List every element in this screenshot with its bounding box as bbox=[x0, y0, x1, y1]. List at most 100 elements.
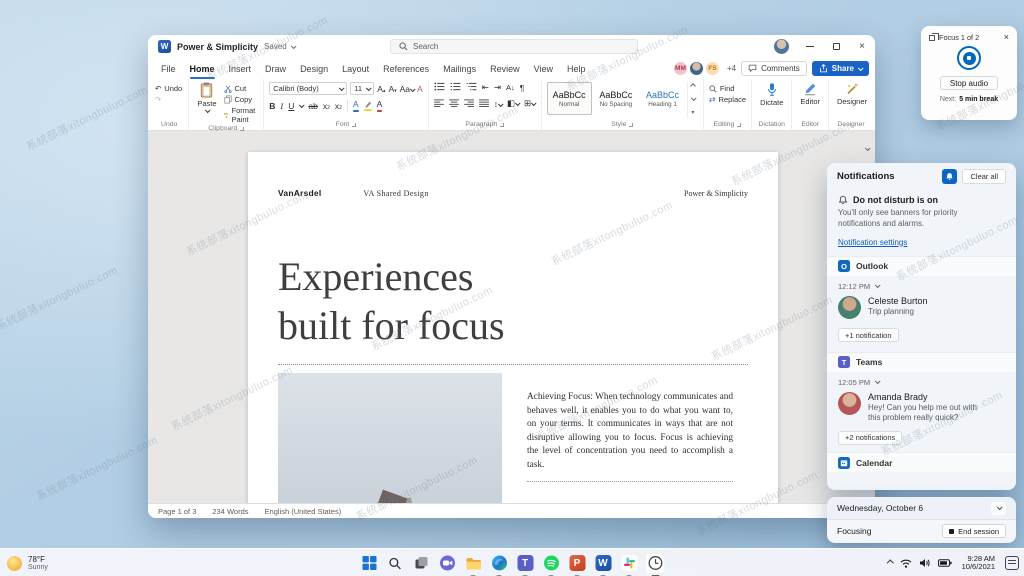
document-canvas[interactable]: VanArsdel VA Shared Design Power & Simpl… bbox=[148, 131, 875, 503]
notification-item[interactable]: Amanda Brady Hey! Can you help me out wi… bbox=[827, 389, 1016, 424]
font-color-button[interactable]: A bbox=[376, 99, 382, 112]
file-explorer-button[interactable] bbox=[463, 553, 484, 576]
clear-formatting-button[interactable]: A bbox=[417, 84, 423, 94]
tab-home[interactable]: Home bbox=[183, 58, 222, 79]
tab-insert[interactable]: Insert bbox=[222, 58, 259, 79]
document-page[interactable]: VanArsdel VA Shared Design Power & Simpl… bbox=[248, 152, 778, 503]
notification-group-time[interactable]: 12:05 PM bbox=[827, 373, 1016, 389]
cut-button[interactable]: Cut bbox=[223, 84, 259, 93]
teams-button[interactable]: T bbox=[515, 553, 536, 576]
sort-button[interactable]: A↓ bbox=[506, 83, 515, 92]
scroll-up-icon[interactable] bbox=[690, 83, 696, 89]
spotify-button[interactable] bbox=[541, 553, 562, 576]
borders-button[interactable]: ⊞ bbox=[524, 98, 537, 109]
clock-app-button[interactable] bbox=[644, 552, 666, 576]
italic-button[interactable]: I bbox=[280, 101, 283, 111]
word-count[interactable]: 234 Words bbox=[212, 507, 248, 516]
focus-stop-ring-button[interactable] bbox=[957, 46, 981, 70]
close-button[interactable]: × bbox=[849, 35, 875, 58]
slack-button[interactable] bbox=[619, 553, 640, 576]
clear-all-button[interactable]: Clear all bbox=[962, 169, 1006, 184]
find-button[interactable]: Find bbox=[709, 84, 746, 93]
more-notifications-button[interactable]: +1 notification bbox=[838, 328, 899, 343]
editor-button[interactable]: Editor bbox=[797, 82, 823, 106]
underline-button[interactable]: U bbox=[288, 101, 294, 111]
tab-view[interactable]: View bbox=[527, 58, 560, 79]
superscript-button[interactable]: x2 bbox=[335, 101, 342, 111]
bold-button[interactable]: B bbox=[269, 101, 275, 111]
style-no-spacing[interactable]: AaBbCc No Spacing bbox=[594, 82, 639, 115]
do-not-disturb-toggle[interactable] bbox=[942, 169, 958, 184]
language-indicator[interactable]: English (United States) bbox=[265, 507, 342, 516]
maximize-button[interactable] bbox=[823, 35, 849, 58]
weather-widget[interactable]: 78°F Sunny bbox=[7, 549, 48, 576]
paste-button[interactable]: Paste bbox=[194, 82, 219, 114]
notification-settings-link[interactable]: Notification settings bbox=[838, 238, 907, 247]
change-case-button[interactable]: Aa bbox=[400, 84, 416, 94]
chat-button[interactable] bbox=[437, 553, 458, 574]
more-notifications-button[interactable]: +2 notifications bbox=[838, 430, 903, 445]
style-heading1[interactable]: AaBbCc Heading 1 bbox=[640, 82, 685, 115]
tab-layout[interactable]: Layout bbox=[335, 58, 376, 79]
align-right-button[interactable] bbox=[463, 98, 474, 109]
word-button[interactable]: W bbox=[593, 553, 614, 576]
collapse-calendar-button[interactable] bbox=[991, 501, 1006, 515]
minimize-button[interactable] bbox=[797, 35, 823, 58]
taskbar-search-button[interactable] bbox=[385, 553, 406, 574]
tab-draw[interactable]: Draw bbox=[258, 58, 293, 79]
stop-audio-button[interactable]: Stop audio bbox=[939, 76, 999, 90]
redo-button[interactable]: ↷ bbox=[155, 95, 183, 104]
collaborator-overflow[interactable]: +4 bbox=[727, 64, 736, 73]
powerpoint-button[interactable]: P bbox=[567, 553, 588, 576]
designer-button[interactable]: Designer bbox=[834, 82, 870, 106]
increase-indent-button[interactable]: ⇥ bbox=[494, 82, 501, 93]
replace-button[interactable]: ⇄ Replace bbox=[709, 95, 746, 104]
tab-review[interactable]: Review bbox=[483, 58, 527, 79]
end-session-button[interactable]: End session bbox=[942, 524, 1006, 538]
dialog-launcher-icon[interactable] bbox=[240, 126, 245, 131]
tab-design[interactable]: Design bbox=[293, 58, 335, 79]
collaborator-avatar[interactable]: MM bbox=[672, 61, 688, 76]
close-icon[interactable]: × bbox=[1004, 32, 1009, 42]
scroll-down-icon[interactable] bbox=[690, 94, 697, 101]
battery-icon[interactable] bbox=[937, 559, 952, 567]
section-calendar[interactable]: Calendar bbox=[827, 452, 1016, 474]
grow-font-button[interactable]: A ▴ bbox=[377, 84, 385, 94]
tab-file[interactable]: File bbox=[154, 58, 183, 79]
account-avatar[interactable] bbox=[774, 39, 789, 54]
undo-button[interactable]: ↶ Undo bbox=[155, 84, 183, 93]
font-name-combo[interactable]: Calibri (Body) bbox=[269, 82, 348, 95]
save-status-dropdown[interactable]: Saved bbox=[264, 42, 297, 51]
justify-button[interactable] bbox=[478, 98, 489, 109]
volume-icon[interactable] bbox=[919, 558, 931, 568]
shrink-font-button[interactable]: A ▾ bbox=[388, 84, 396, 94]
collaborator-avatar[interactable] bbox=[688, 61, 704, 76]
numbered-list-button[interactable] bbox=[450, 82, 461, 93]
style-normal[interactable]: AaBbCc Normal bbox=[546, 82, 592, 115]
notification-item[interactable]: Celeste Burton Trip planning bbox=[827, 293, 1016, 319]
wifi-icon[interactable] bbox=[900, 559, 912, 568]
multilevel-list-button[interactable] bbox=[466, 82, 477, 93]
search-box[interactable]: Search bbox=[390, 39, 638, 54]
line-spacing-button[interactable]: ↕ bbox=[494, 99, 504, 109]
show-formatting-button[interactable]: ¶ bbox=[520, 83, 525, 93]
tray-overflow-chevron-icon[interactable] bbox=[887, 559, 894, 567]
style-gallery-scroll[interactable]: ▾ bbox=[686, 82, 698, 118]
notification-group-time[interactable]: 12:12 PM bbox=[827, 277, 1016, 293]
section-teams[interactable]: T Teams bbox=[827, 351, 1016, 373]
dialog-launcher-icon[interactable] bbox=[352, 122, 357, 127]
task-view-button[interactable] bbox=[411, 553, 432, 574]
collaborator-avatar[interactable]: FS bbox=[704, 61, 720, 76]
page-indicator[interactable]: Page 1 of 3 bbox=[158, 507, 196, 516]
clock-date-button[interactable]: 9:28 AM 10/6/2021 bbox=[959, 553, 998, 574]
bullet-list-button[interactable] bbox=[434, 82, 445, 93]
start-button[interactable] bbox=[359, 553, 380, 574]
dialog-launcher-icon[interactable] bbox=[737, 122, 742, 127]
comments-button[interactable]: Comments bbox=[741, 61, 807, 76]
subscript-button[interactable]: x2 bbox=[323, 101, 330, 111]
restore-window-icon[interactable] bbox=[929, 33, 939, 41]
notification-center-icon[interactable] bbox=[1005, 556, 1019, 570]
share-button[interactable]: Share bbox=[811, 61, 869, 76]
format-painter-button[interactable]: Format Paint bbox=[223, 106, 259, 124]
dialog-launcher-icon[interactable] bbox=[500, 122, 505, 127]
